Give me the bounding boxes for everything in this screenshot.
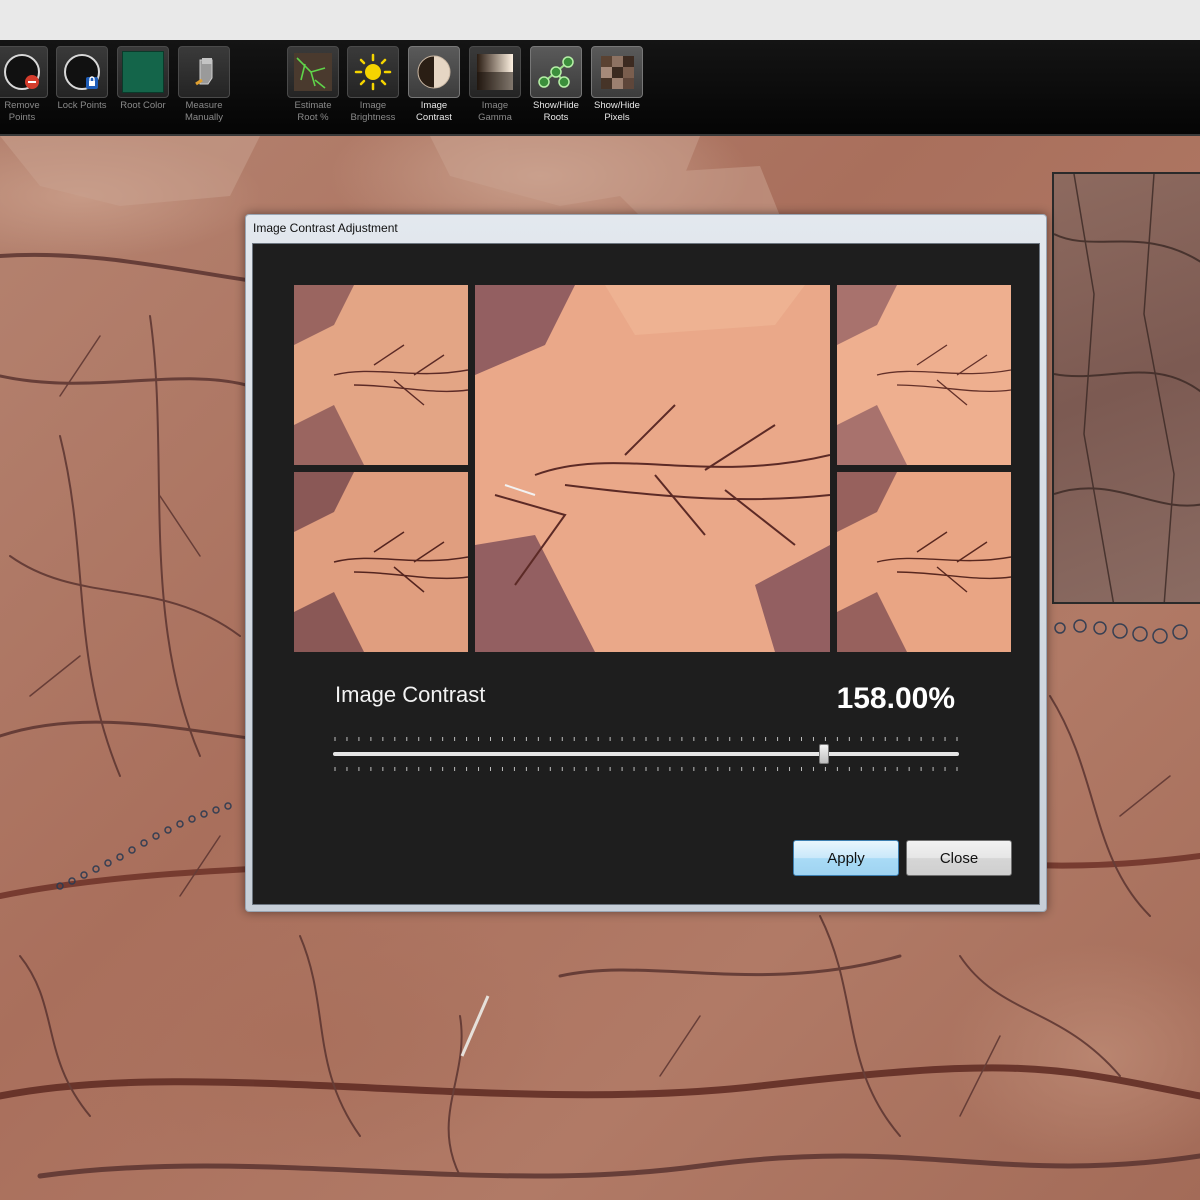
slider-track[interactable]: [333, 752, 959, 756]
tool-label: Image Brightness: [350, 100, 396, 123]
estimate-root-button[interactable]: Estimate Root %: [283, 46, 343, 124]
side-preview-panel: [1052, 172, 1200, 604]
close-button[interactable]: Close: [906, 840, 1012, 876]
show-hide-pixels-icon: [591, 46, 643, 98]
slider-ticks-bottom: [334, 767, 958, 771]
measure-manually-button[interactable]: Measure Manually: [174, 46, 234, 124]
contrast-label: Image Contrast: [335, 682, 486, 707]
brightness-icon: [347, 46, 399, 98]
image-contrast-button[interactable]: Image Contrast: [404, 46, 464, 124]
remove-points-button[interactable]: Remove Points: [0, 46, 52, 124]
preview-thumbnail-bottom-right: [837, 472, 1011, 652]
gamma-icon: [469, 46, 521, 98]
image-gamma-button[interactable]: Image Gamma: [465, 46, 525, 124]
window-title-strip: [0, 0, 1200, 40]
image-brightness-button[interactable]: Image Brightness: [343, 46, 403, 124]
preview-thumbnail-bottom-left: [294, 472, 468, 652]
tool-label: Root Color: [120, 100, 166, 111]
show-hide-roots-button[interactable]: Show/Hide Roots: [526, 46, 586, 124]
estimate-root-icon: [287, 46, 339, 98]
root-color-swatch: [117, 46, 169, 98]
preview-thumbnail-top-right: [837, 285, 1011, 465]
tool-label: Measure Manually: [184, 100, 224, 123]
slider-ticks-top: [334, 737, 958, 741]
root-color-button[interactable]: Root Color: [113, 46, 173, 112]
tool-label: Estimate Root %: [294, 100, 332, 123]
side-preview-image: [1054, 174, 1200, 602]
apply-button[interactable]: Apply: [793, 840, 899, 876]
tool-label: Remove Points: [4, 100, 40, 123]
remove-points-icon: [0, 46, 48, 98]
dialog-content: Image Contrast 158.00% Apply Close: [252, 243, 1040, 905]
contrast-value: 158.00%: [836, 682, 955, 715]
tool-label: Show/Hide Pixels: [594, 100, 640, 123]
contrast-slider[interactable]: [333, 734, 959, 774]
tool-label: Lock Points: [57, 100, 107, 111]
contrast-icon: [408, 46, 460, 98]
preview-thumbnail-top-left: [294, 285, 468, 465]
root-color-swatch-fill: [122, 51, 164, 93]
tool-label: Image Gamma: [478, 100, 512, 123]
lock-points-icon: [56, 46, 108, 98]
measure-manually-icon: [178, 46, 230, 98]
tool-label: Show/Hide Roots: [533, 100, 579, 123]
show-hide-roots-icon: [530, 46, 582, 98]
dialog-title: Image Contrast Adjustment: [253, 221, 398, 235]
lock-points-button[interactable]: Lock Points: [52, 46, 112, 112]
preview-image-main: [475, 285, 830, 652]
show-hide-pixels-button[interactable]: Show/Hide Pixels: [587, 46, 647, 124]
contrast-dialog: Image Contrast Adjustment Image Contrast…: [245, 214, 1047, 912]
slider-thumb[interactable]: [819, 744, 830, 764]
tool-label: Image Contrast: [416, 100, 452, 123]
ribbon-toolbar: Remove Points Lock Points Root Color Mea…: [0, 40, 1200, 136]
